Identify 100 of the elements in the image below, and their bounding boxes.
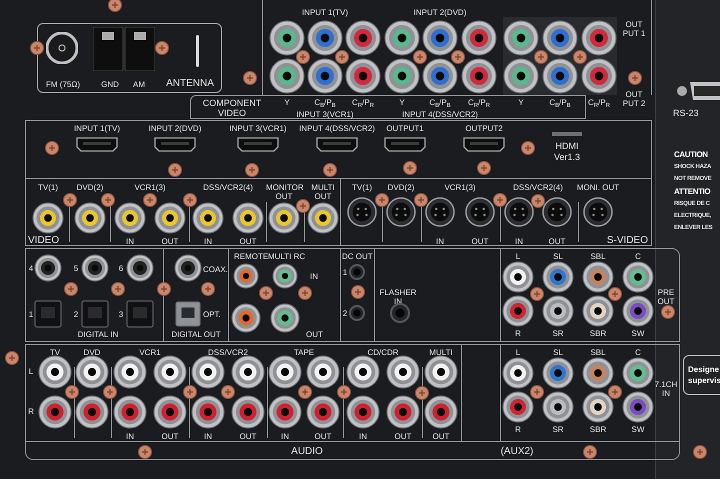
port-label: OUT: [548, 237, 566, 246]
port-label: RS-23: [673, 108, 699, 118]
port-label: 4: [28, 264, 34, 273]
port-label: IN: [204, 432, 212, 441]
port-label: MULTI: [428, 348, 454, 357]
port-label: MULTI RC: [268, 252, 306, 261]
port-label: 5: [74, 264, 78, 273]
port-label: SW: [632, 425, 644, 434]
port-label: OUT: [162, 432, 178, 441]
caution-text: ATTENTIO: [674, 186, 710, 198]
port-label: MONITOR OUT: [266, 183, 302, 201]
port-label: SR: [552, 329, 564, 338]
port-label: L: [516, 348, 520, 357]
port-label: MULTI OUT: [310, 183, 336, 201]
port-label: TAPE: [294, 348, 314, 357]
port-label: SL: [553, 348, 563, 357]
port-label: OUT: [432, 432, 450, 441]
port-label: GND: [101, 80, 119, 89]
port-label: OUTPUT2: [465, 124, 503, 133]
port-label: AUDIO: [291, 446, 323, 457]
port-label: PRE OUT: [656, 288, 676, 306]
port-label: ANTENNA: [166, 78, 214, 89]
port-label: CD/CDR: [367, 348, 399, 357]
port-label: OUT PUT 1: [622, 20, 646, 38]
port-label: C$_{B}$/P$_{B}$: [314, 98, 336, 107]
port-label: TV: [48, 348, 62, 357]
port-label: C$_{R}$/P$_{R}$: [352, 98, 374, 107]
port-label: C$_{R}$/P$_{R}$: [588, 98, 610, 107]
port-label: R: [515, 425, 521, 434]
port-label: SBR: [590, 425, 606, 434]
port-label: IN: [359, 432, 367, 441]
port-label: L: [516, 252, 520, 261]
port-label: SW: [632, 329, 644, 338]
port-label: INPUT 1(TV): [74, 124, 120, 133]
port-label: C: [635, 348, 641, 357]
port-label: L: [28, 367, 34, 376]
port-label: Y: [518, 98, 524, 107]
caution-text: CAUTION: [674, 149, 708, 161]
port-label: DSS/VCR2(4): [203, 183, 253, 192]
port-label: DVD(2): [76, 183, 104, 192]
port-label: INPUT 2(DVD): [148, 124, 202, 133]
port-label: SBL: [590, 252, 606, 261]
port-label: C: [635, 252, 641, 261]
port-label: SL: [553, 252, 563, 261]
port-label: OUT: [314, 432, 332, 441]
port-label: DSS/VCR2: [208, 348, 248, 357]
port-label: INPUT 3(VCR1): [229, 124, 287, 133]
port-label: FM (75Ω): [46, 80, 80, 89]
port-label: REMOTE: [234, 252, 268, 261]
port-label: Ver1.3: [554, 152, 580, 162]
port-label: C$_{R}$/P$_{R}$: [468, 98, 490, 107]
port-label: IN: [515, 237, 523, 246]
port-label: IN: [126, 237, 134, 246]
port-label: OUT: [306, 330, 323, 339]
port-label: VCR1(3): [134, 183, 166, 192]
port-label: Y: [284, 98, 290, 107]
port-label: 1: [28, 310, 34, 319]
port-label: AM: [133, 80, 145, 89]
port-label: DIGITAL OUT: [171, 330, 221, 339]
port-label: OUT: [162, 237, 178, 246]
port-label: 7.1CH IN: [654, 380, 678, 398]
port-label: R: [515, 329, 521, 338]
port-label: SBR: [590, 329, 606, 338]
port-label: OUT: [240, 237, 256, 246]
port-label: VCR1(3): [444, 183, 476, 192]
port-label: IN: [126, 432, 134, 441]
port-label: 3: [118, 310, 124, 319]
port-label: DSS/VCR2(4): [513, 183, 563, 192]
port-label: 2: [74, 310, 78, 319]
port-label: 6: [118, 264, 124, 273]
port-label: SBL: [590, 348, 606, 357]
port-label: OUT: [472, 237, 488, 246]
port-label: SR: [552, 425, 564, 434]
port-label: C$_{B}$/P$_{B}$: [549, 98, 571, 107]
port-label: COMPONENT VIDEO: [202, 98, 262, 118]
port-label: IN: [310, 272, 318, 281]
port-label: OUTPUT1: [386, 124, 424, 133]
port-label: 1: [342, 268, 348, 277]
port-label: OPT.: [203, 310, 221, 319]
port-label: S-VIDEO: [606, 235, 648, 246]
port-label: VCR1: [139, 348, 161, 357]
port-label: INPUT 4(DSS/VCR2): [299, 124, 375, 133]
port-label: C$_{B}$/P$_{B}$: [429, 98, 451, 107]
port-label: 2: [342, 309, 348, 318]
port-label: INPUT 3(VCR1): [296, 110, 354, 119]
port-label: (AUX2): [500, 446, 534, 457]
port-label: INPUT 2(DVD): [414, 8, 466, 17]
plate-text: Designe: [688, 364, 720, 375]
port-label: HDMI: [556, 141, 578, 151]
port-label: INPUT 4(DSS/VCR2): [402, 110, 478, 119]
port-label: DC OUT: [342, 252, 373, 261]
port-label: Y: [399, 98, 405, 107]
port-label: IN: [436, 237, 444, 246]
port-label: MONI. OUT: [576, 183, 620, 192]
port-label: TV(1): [351, 183, 373, 192]
port-label: TV(1): [37, 183, 59, 192]
port-label: COAX.: [203, 265, 228, 274]
port-label: OUT: [240, 432, 256, 441]
port-label: DVD: [82, 348, 102, 357]
port-label: OUT: [394, 432, 412, 441]
